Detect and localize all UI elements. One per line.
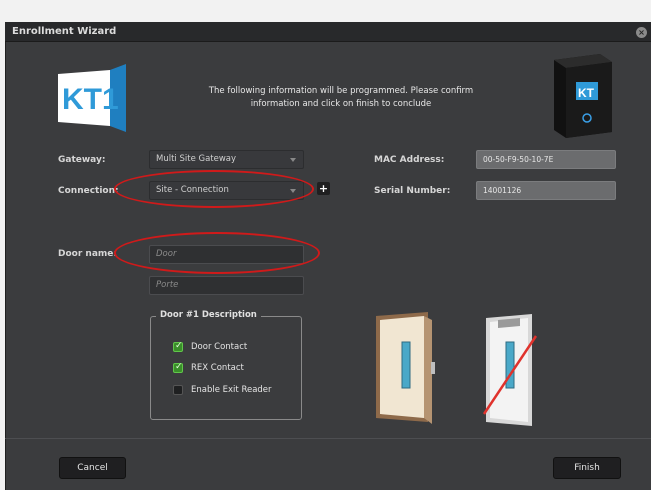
door-name-secondary-input[interactable]: Porte: [149, 276, 304, 295]
rex-contact-label: REX Contact: [191, 363, 244, 373]
gateway-value: Multi Site Gateway: [156, 154, 237, 164]
close-button[interactable]: ×: [636, 27, 647, 38]
serial-field: 14001126: [476, 181, 616, 200]
enable-exit-reader-label: Enable Exit Reader: [191, 385, 272, 395]
cancel-button[interactable]: Cancel: [59, 457, 126, 479]
door-image: [376, 312, 435, 424]
window-title: Enrollment Wizard: [12, 26, 117, 37]
logo-text: KT1: [62, 83, 119, 116]
connection-label: Connection:: [58, 186, 119, 196]
mac-label: MAC Address:: [374, 155, 445, 165]
door-name-label: Door name:: [58, 249, 117, 259]
reader-device-image: KT: [554, 54, 612, 138]
gateway-select[interactable]: Multi Site Gateway: [149, 150, 304, 169]
door-description-title: Door #1 Description: [156, 310, 261, 320]
intro-text: The following information will be progra…: [208, 86, 474, 109]
add-connection-button[interactable]: +: [317, 182, 330, 195]
rex-contact-checkbox[interactable]: [173, 362, 183, 373]
finish-button[interactable]: Finish: [553, 457, 621, 479]
footer-divider: [5, 438, 651, 439]
chevron-down-icon: [290, 158, 296, 162]
serial-label: Serial Number:: [374, 186, 451, 196]
gateway-label: Gateway:: [58, 155, 106, 165]
annotation-circle-connection: [114, 170, 314, 208]
mac-field: 00-50-F9-50-10-7E: [476, 150, 616, 169]
door-contact-checkbox[interactable]: [173, 341, 183, 352]
door-exit-image: [482, 314, 538, 426]
annotation-circle-door-name: [114, 232, 320, 274]
door-contact-label: Door Contact: [191, 342, 248, 352]
kt1-logo: KT1: [58, 64, 126, 132]
svg-text:KT: KT: [578, 86, 595, 100]
enable-exit-reader-checkbox[interactable]: [173, 385, 183, 395]
